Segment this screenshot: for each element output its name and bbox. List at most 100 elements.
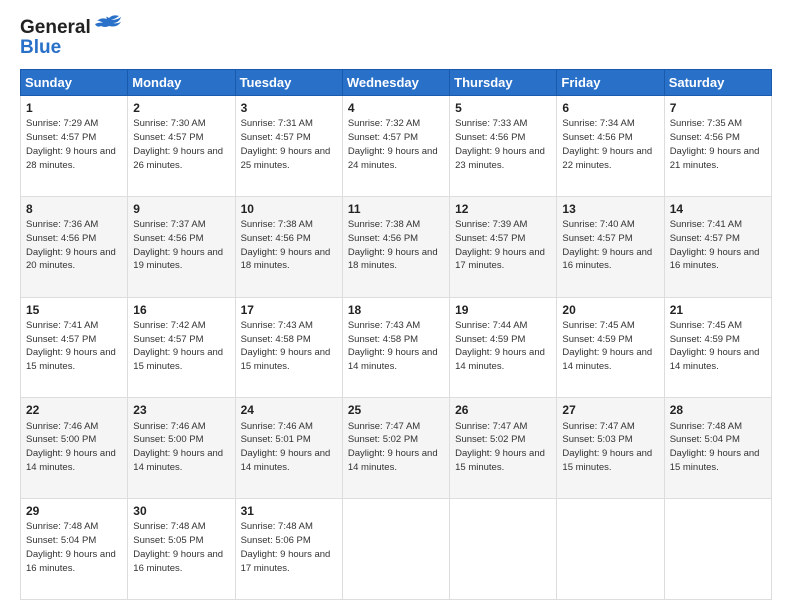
day-info: Sunrise: 7:32 AMSunset: 4:57 PMDaylight:… [348, 118, 438, 170]
calendar-day-16: 16 Sunrise: 7:42 AMSunset: 4:57 PMDayligh… [128, 297, 235, 398]
calendar-week-2: 8Sunrise: 7:36 AMSunset: 4:56 PMDaylight… [21, 196, 772, 297]
calendar-day-10: 10 Sunrise: 7:38 AMSunset: 4:56 PMDayligh… [235, 196, 342, 297]
weekday-header-row: SundayMondayTuesdayWednesdayThursdayFrid… [21, 69, 772, 95]
day-number: 25 [348, 402, 444, 418]
weekday-header-sunday: Sunday [21, 69, 128, 95]
calendar-day-28: 28 Sunrise: 7:48 AMSunset: 5:04 PMDayligh… [664, 398, 771, 499]
day-number: 21 [670, 302, 766, 318]
day-number: 7 [670, 100, 766, 116]
logo: General Blue [20, 18, 123, 59]
day-info: Sunrise: 7:35 AMSunset: 4:56 PMDaylight:… [670, 118, 760, 170]
day-info: Sunrise: 7:48 AMSunset: 5:04 PMDaylight:… [670, 421, 760, 473]
calendar-day-24: 24 Sunrise: 7:46 AMSunset: 5:01 PMDayligh… [235, 398, 342, 499]
calendar-day-8: 8Sunrise: 7:36 AMSunset: 4:56 PMDaylight… [21, 196, 128, 297]
day-info: Sunrise: 7:45 AMSunset: 4:59 PMDaylight:… [670, 320, 760, 372]
day-number: 24 [241, 402, 337, 418]
day-number: 10 [241, 201, 337, 217]
header: General Blue [20, 18, 772, 59]
day-info: Sunrise: 7:44 AMSunset: 4:59 PMDaylight:… [455, 320, 545, 372]
page: General Blue SundayMondayTuesdayWednesda… [0, 0, 792, 612]
calendar-day-1: 1 Sunrise: 7:29 AMSunset: 4:57 PMDaylight… [21, 95, 128, 196]
logo-general: General [20, 17, 91, 38]
empty-cell [342, 499, 449, 600]
weekday-header-monday: Monday [128, 69, 235, 95]
calendar-day-6: 6 Sunrise: 7:34 AMSunset: 4:56 PMDaylight… [557, 95, 664, 196]
day-info: Sunrise: 7:46 AMSunset: 5:01 PMDaylight:… [241, 421, 331, 473]
calendar-day-27: 27 Sunrise: 7:47 AMSunset: 5:03 PMDayligh… [557, 398, 664, 499]
calendar-day-26: 26 Sunrise: 7:47 AMSunset: 5:02 PMDayligh… [450, 398, 557, 499]
day-number: 2 [133, 100, 229, 116]
day-number: 27 [562, 402, 658, 418]
weekday-header-wednesday: Wednesday [342, 69, 449, 95]
day-number: 15 [26, 302, 122, 318]
day-number: 26 [455, 402, 551, 418]
calendar-day-4: 4 Sunrise: 7:32 AMSunset: 4:57 PMDaylight… [342, 95, 449, 196]
day-number: 19 [455, 302, 551, 318]
day-number: 14 [670, 201, 766, 217]
calendar-day-17: 17Sunrise: 7:43 AMSunset: 4:58 PMDayligh… [235, 297, 342, 398]
day-info: Sunrise: 7:42 AMSunset: 4:57 PMDaylight:… [133, 320, 223, 372]
day-info: Sunrise: 7:30 AMSunset: 4:57 PMDaylight:… [133, 118, 223, 170]
calendar-day-25: 25 Sunrise: 7:47 AMSunset: 5:02 PMDayligh… [342, 398, 449, 499]
day-info: Sunrise: 7:41 AMSunset: 4:57 PMDaylight:… [26, 320, 116, 372]
calendar-day-23: 23 Sunrise: 7:46 AMSunset: 5:00 PMDayligh… [128, 398, 235, 499]
calendar-day-19: 19 Sunrise: 7:44 AMSunset: 4:59 PMDayligh… [450, 297, 557, 398]
day-info: Sunrise: 7:38 AMSunset: 4:56 PMDaylight:… [241, 219, 331, 271]
empty-cell [557, 499, 664, 600]
day-number: 6 [562, 100, 658, 116]
calendar-day-20: 20 Sunrise: 7:45 AMSunset: 4:59 PMDayligh… [557, 297, 664, 398]
day-info: Sunrise: 7:48 AMSunset: 5:05 PMDaylight:… [133, 521, 223, 573]
calendar-day-5: 5Sunrise: 7:33 AMSunset: 4:56 PMDaylight… [450, 95, 557, 196]
calendar-day-15: 15 Sunrise: 7:41 AMSunset: 4:57 PMDayligh… [21, 297, 128, 398]
day-info: Sunrise: 7:38 AMSunset: 4:56 PMDaylight:… [348, 219, 438, 271]
day-info: Sunrise: 7:45 AMSunset: 4:59 PMDaylight:… [562, 320, 652, 372]
day-info: Sunrise: 7:47 AMSunset: 5:03 PMDaylight:… [562, 421, 652, 473]
day-number: 13 [562, 201, 658, 217]
day-number: 17 [241, 302, 337, 318]
day-info: Sunrise: 7:40 AMSunset: 4:57 PMDaylight:… [562, 219, 652, 271]
day-number: 20 [562, 302, 658, 318]
calendar-week-1: 1 Sunrise: 7:29 AMSunset: 4:57 PMDaylight… [21, 95, 772, 196]
day-info: Sunrise: 7:48 AMSunset: 5:06 PMDaylight:… [241, 521, 331, 573]
day-info: Sunrise: 7:34 AMSunset: 4:56 PMDaylight:… [562, 118, 652, 170]
day-number: 22 [26, 402, 122, 418]
calendar-day-31: 31 Sunrise: 7:48 AMSunset: 5:06 PMDayligh… [235, 499, 342, 600]
day-info: Sunrise: 7:47 AMSunset: 5:02 PMDaylight:… [455, 421, 545, 473]
day-number: 4 [348, 100, 444, 116]
calendar-day-11: 11Sunrise: 7:38 AMSunset: 4:56 PMDayligh… [342, 196, 449, 297]
calendar-day-3: 3Sunrise: 7:31 AMSunset: 4:57 PMDaylight… [235, 95, 342, 196]
day-number: 9 [133, 201, 229, 217]
day-info: Sunrise: 7:46 AMSunset: 5:00 PMDaylight:… [26, 421, 116, 473]
logo-blue: Blue [20, 37, 61, 59]
empty-cell [664, 499, 771, 600]
weekday-header-tuesday: Tuesday [235, 69, 342, 95]
day-info: Sunrise: 7:47 AMSunset: 5:02 PMDaylight:… [348, 421, 438, 473]
calendar-day-7: 7 Sunrise: 7:35 AMSunset: 4:56 PMDaylight… [664, 95, 771, 196]
day-number: 29 [26, 503, 122, 519]
logo-bird-icon [95, 14, 123, 34]
calendar-week-3: 15 Sunrise: 7:41 AMSunset: 4:57 PMDayligh… [21, 297, 772, 398]
day-number: 31 [241, 503, 337, 519]
day-number: 28 [670, 402, 766, 418]
day-info: Sunrise: 7:29 AMSunset: 4:57 PMDaylight:… [26, 118, 116, 170]
day-number: 1 [26, 100, 122, 116]
day-number: 16 [133, 302, 229, 318]
calendar-day-22: 22 Sunrise: 7:46 AMSunset: 5:00 PMDayligh… [21, 398, 128, 499]
day-info: Sunrise: 7:33 AMSunset: 4:56 PMDaylight:… [455, 118, 545, 170]
day-number: 12 [455, 201, 551, 217]
calendar-week-4: 22 Sunrise: 7:46 AMSunset: 5:00 PMDayligh… [21, 398, 772, 499]
day-number: 23 [133, 402, 229, 418]
calendar-day-12: 12 Sunrise: 7:39 AMSunset: 4:57 PMDayligh… [450, 196, 557, 297]
day-info: Sunrise: 7:46 AMSunset: 5:00 PMDaylight:… [133, 421, 223, 473]
day-number: 18 [348, 302, 444, 318]
calendar-day-18: 18Sunrise: 7:43 AMSunset: 4:58 PMDayligh… [342, 297, 449, 398]
calendar-table: SundayMondayTuesdayWednesdayThursdayFrid… [20, 69, 772, 600]
weekday-header-thursday: Thursday [450, 69, 557, 95]
weekday-header-friday: Friday [557, 69, 664, 95]
empty-cell [450, 499, 557, 600]
day-info: Sunrise: 7:39 AMSunset: 4:57 PMDaylight:… [455, 219, 545, 271]
calendar-day-2: 2 Sunrise: 7:30 AMSunset: 4:57 PMDaylight… [128, 95, 235, 196]
day-info: Sunrise: 7:41 AMSunset: 4:57 PMDaylight:… [670, 219, 760, 271]
weekday-header-saturday: Saturday [664, 69, 771, 95]
calendar-day-21: 21 Sunrise: 7:45 AMSunset: 4:59 PMDayligh… [664, 297, 771, 398]
